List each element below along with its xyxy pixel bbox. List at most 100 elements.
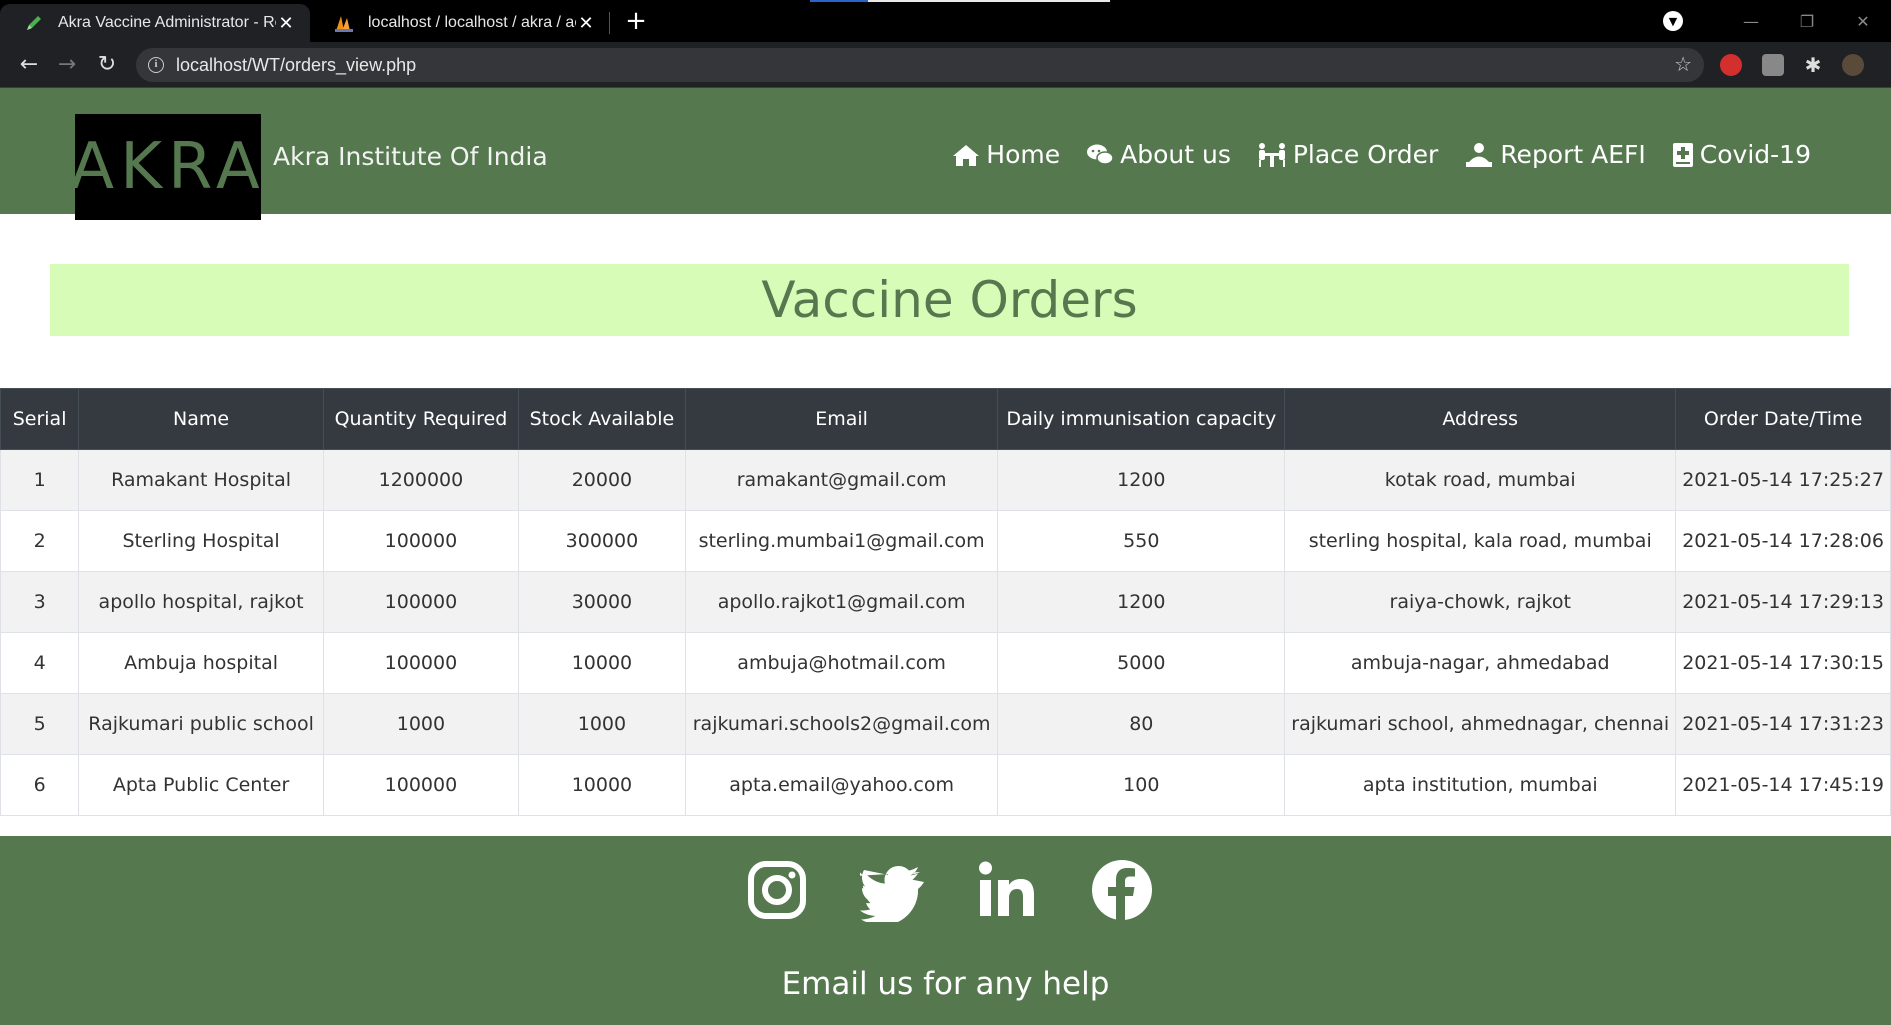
cell-address: apta institution, mumbai — [1284, 754, 1677, 816]
cell-address: kotak road, mumbai — [1284, 449, 1677, 511]
user-report-icon — [1466, 142, 1493, 167]
table-header-row: Serial Name Quantity Required Stock Avai… — [0, 388, 1891, 450]
close-window-icon[interactable]: ✕ — [1835, 12, 1891, 31]
orders-table: Serial Name Quantity Required Stock Avai… — [0, 388, 1891, 816]
tab-close-icon[interactable]: ✕ — [276, 13, 296, 34]
cell-quantity: 1200000 — [322, 449, 519, 511]
phpmyadmin-favicon-icon — [334, 13, 354, 33]
nav-report-aefi[interactable]: Report AEFI — [1464, 140, 1646, 169]
page-title: Vaccine Orders — [761, 271, 1138, 329]
facebook-icon[interactable] — [1090, 858, 1154, 922]
cell-name: Sterling Hospital — [78, 510, 324, 572]
cell-datetime: 2021-05-14 17:30:15 — [1675, 632, 1891, 694]
nav-label: About us — [1120, 140, 1231, 169]
cell-capacity: 550 — [997, 510, 1286, 572]
cell-serial: 4 — [0, 632, 80, 694]
url-text[interactable]: localhost/WT/orders_view.php — [176, 55, 416, 76]
minimize-icon[interactable]: — — [1723, 12, 1779, 31]
browser-tab-bar: Akra Vaccine Administrator - Rep ✕ local… — [0, 0, 1891, 42]
logo-text: AKRA — [70, 130, 266, 204]
instagram-icon[interactable] — [745, 858, 809, 922]
cell-stock: 1000 — [517, 693, 686, 755]
akra-logo[interactable]: AKRA — [70, 114, 261, 220]
bookmark-star-icon[interactable]: ☆ — [1674, 52, 1692, 76]
extension-icon[interactable] — [1762, 54, 1784, 76]
column-header-email: Email — [684, 388, 999, 450]
table-row: 4 Ambuja hospital 100000 10000 ambuja@ho… — [0, 632, 1891, 694]
cell-email: apollo.rajkot1@gmail.com — [684, 571, 999, 633]
help-text: Email us for any help — [781, 966, 1110, 1002]
tab-close-icon[interactable]: ✕ — [576, 13, 596, 34]
tab-title: Akra Vaccine Administrator - Rep — [58, 14, 276, 31]
cell-datetime: 2021-05-14 17:25:27 — [1675, 449, 1891, 511]
cell-capacity: 1200 — [997, 571, 1286, 633]
site-header: AKRA Akra Institute Of India Home About … — [0, 88, 1891, 220]
cell-capacity: 1200 — [997, 449, 1286, 511]
cell-stock: 30000 — [517, 571, 686, 633]
nav-place-order[interactable]: Place Order — [1257, 140, 1438, 169]
cell-quantity: 100000 — [322, 754, 519, 816]
cell-quantity: 100000 — [322, 510, 519, 572]
new-tab-button[interactable]: + — [620, 4, 652, 38]
cell-stock: 10000 — [517, 632, 686, 694]
reload-icon[interactable]: ↻ — [92, 50, 122, 80]
tab-search-icon[interactable]: ▼ — [1663, 11, 1683, 31]
cell-datetime: 2021-05-14 17:45:19 — [1675, 754, 1891, 816]
cell-email: ramakant@gmail.com — [684, 449, 999, 511]
back-icon[interactable]: ← — [14, 50, 44, 80]
brand-name[interactable]: Akra Institute Of India — [273, 142, 548, 171]
tab-phpmyadmin[interactable]: localhost / localhost / akra / aefi ✕ — [310, 4, 610, 42]
cell-capacity: 5000 — [997, 632, 1286, 694]
cell-name: apollo hospital, rajkot — [78, 571, 324, 633]
table-row: 3 apollo hospital, rajkot 100000 30000 a… — [0, 571, 1891, 633]
cell-capacity: 100 — [997, 754, 1286, 816]
cell-serial: 5 — [0, 693, 80, 755]
cell-quantity: 100000 — [322, 632, 519, 694]
cell-name: Apta Public Center — [78, 754, 324, 816]
cell-datetime: 2021-05-14 17:31:23 — [1675, 693, 1891, 755]
cell-serial: 1 — [0, 449, 80, 511]
cell-stock: 20000 — [517, 449, 686, 511]
linkedin-icon[interactable] — [975, 858, 1039, 922]
cell-stock: 300000 — [517, 510, 686, 572]
nav-home[interactable]: Home — [952, 140, 1060, 169]
site-footer: Email us for any help — [0, 836, 1891, 1025]
page-title-banner: Vaccine Orders — [50, 264, 1849, 336]
restore-icon[interactable]: ❐ — [1779, 12, 1835, 31]
cell-serial: 3 — [0, 571, 80, 633]
cell-address: raiya-chowk, rajkot — [1284, 571, 1677, 633]
table-row: 2 Sterling Hospital 100000 300000 sterli… — [0, 510, 1891, 572]
cell-capacity: 80 — [997, 693, 1286, 755]
column-header-datetime: Order Date/Time — [1675, 388, 1891, 450]
social-links — [745, 858, 1205, 925]
cell-address: ambuja-nagar, ahmedabad — [1284, 632, 1677, 694]
puzzle-extensions-icon[interactable]: ✱ — [1802, 54, 1824, 76]
twitter-icon[interactable] — [855, 858, 924, 925]
chat-icon — [1087, 144, 1114, 165]
home-icon — [953, 144, 980, 166]
nav-covid19[interactable]: Covid-19 — [1672, 140, 1811, 169]
pencil-favicon-icon — [24, 13, 44, 33]
tab-akra-admin[interactable]: Akra Vaccine Administrator - Rep ✕ — [0, 4, 310, 42]
profile-avatar[interactable] — [1842, 54, 1864, 76]
cell-email: apta.email@yahoo.com — [684, 754, 999, 816]
site-info-icon[interactable]: i — [148, 57, 164, 73]
nav-label: Covid-19 — [1699, 140, 1811, 169]
cell-datetime: 2021-05-14 17:29:13 — [1675, 571, 1891, 633]
cell-quantity: 100000 — [322, 571, 519, 633]
nav-about[interactable]: About us — [1086, 140, 1231, 169]
cell-serial: 6 — [0, 754, 80, 816]
tab-title: localhost / localhost / akra / aefi — [368, 14, 576, 31]
omnibox[interactable]: i localhost/WT/orders_view.php ☆ — [136, 48, 1704, 82]
table-row: 1 Ramakant Hospital 1200000 20000 ramaka… — [0, 449, 1891, 511]
tab-divider — [609, 12, 610, 34]
forward-icon[interactable]: → — [52, 50, 82, 80]
address-bar: ← → ↻ i localhost/WT/orders_view.php ☆ ✱ — [0, 42, 1891, 88]
loading-strip — [810, 0, 1110, 2]
table-row: 6 Apta Public Center 100000 10000 apta.e… — [0, 754, 1891, 816]
medical-book-icon — [1672, 142, 1693, 167]
cell-stock: 10000 — [517, 754, 686, 816]
table-row: 5 Rajkumari public school 1000 1000 rajk… — [0, 693, 1891, 755]
cell-name: Ramakant Hospital — [78, 449, 324, 511]
adblock-extension-icon[interactable] — [1720, 54, 1742, 76]
